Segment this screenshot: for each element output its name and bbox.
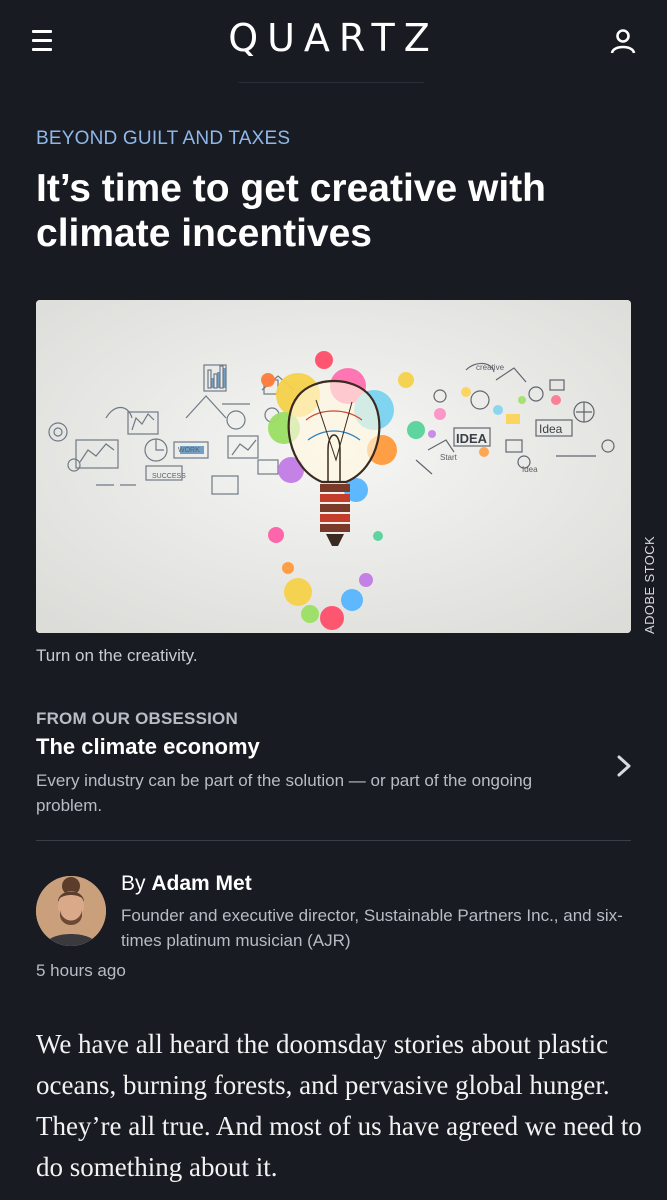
section-divider xyxy=(36,840,631,841)
header-divider xyxy=(238,82,424,83)
doodle-idea-label: IDEA xyxy=(456,431,488,446)
article-kicker[interactable]: BEYOND GUILT AND TAXES xyxy=(36,128,290,150)
article-headline: It’s time to get creative with climate i… xyxy=(36,167,547,255)
author-name[interactable]: Adam Met xyxy=(151,872,251,895)
hero-image: WORK SUCCESS IDEA Idea creative Start Id… xyxy=(36,300,631,633)
image-caption: Turn on the creativity. xyxy=(36,646,198,665)
user-account-icon[interactable] xyxy=(608,26,638,56)
article-body: We have all heard the doomsday stories a… xyxy=(36,1024,646,1188)
author-avatar[interactable] xyxy=(36,876,106,946)
doodle-creative-label: creative xyxy=(476,363,505,372)
obsession-description: Every industry can be part of the soluti… xyxy=(36,771,533,815)
article-page: QUARTZ BEYOND GUILT AND TAXES It’s time … xyxy=(0,0,667,1200)
site-header: QUARTZ xyxy=(0,0,667,82)
lightbulb-illustration: WORK SUCCESS IDEA Idea creative Start Id… xyxy=(36,300,631,633)
publish-timestamp: 5 hours ago xyxy=(36,961,126,980)
author-bio: Founder and executive director, Sustaina… xyxy=(121,906,623,950)
image-credit: ADOBE STOCK xyxy=(642,535,657,634)
doodle-idea-label-2: Idea xyxy=(539,422,563,436)
doodle-start-label: Start xyxy=(440,453,458,462)
doodle-idea-label-3: Idea xyxy=(522,465,538,474)
obsession-title[interactable]: The climate economy xyxy=(36,734,260,760)
chevron-right-icon[interactable] xyxy=(612,752,636,780)
byline: By Adam Met xyxy=(121,872,252,896)
doodle-work-label: WORK xyxy=(178,447,200,454)
byline-prefix: By xyxy=(121,872,146,895)
body-paragraph: We have all heard the doomsday stories a… xyxy=(36,1029,642,1182)
doodle-success-label: SUCCESS xyxy=(152,473,186,480)
site-logo[interactable]: QUARTZ xyxy=(0,16,667,60)
obsession-label: FROM OUR OBSESSION xyxy=(36,709,238,728)
